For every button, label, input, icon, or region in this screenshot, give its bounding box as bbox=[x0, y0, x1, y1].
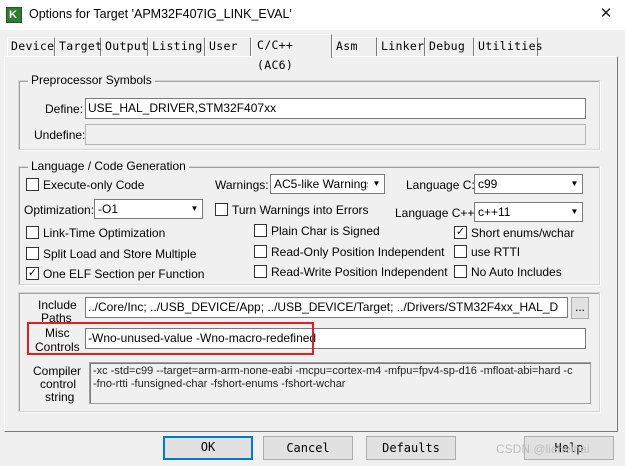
chevron-down-icon: ▼ bbox=[566, 175, 582, 193]
preprocessor-group-title: Preprocessor Symbols bbox=[28, 73, 155, 87]
no-auto-includes-checkbox[interactable] bbox=[454, 265, 467, 278]
tab-asm[interactable]: Asm bbox=[332, 37, 377, 56]
ro-pos-indep-label: Read-Only Position Independent bbox=[271, 245, 445, 259]
compiler-control-string: -xc -std=c99 --target=arm-arm-none-eabi … bbox=[89, 362, 591, 404]
warnings-value: AC5-like Warnings bbox=[274, 177, 373, 191]
turn-warnings-errors-label: Turn Warnings into Errors bbox=[232, 203, 369, 217]
optimization-select[interactable]: -O1 ▼ bbox=[94, 199, 203, 219]
compiler-control-label-line1: Compiler bbox=[33, 364, 82, 378]
language-cpp-label: Language C++: bbox=[395, 206, 478, 220]
compiler-control-label-line3: string bbox=[45, 390, 75, 404]
optimization-label: Optimization: bbox=[24, 203, 95, 217]
app-icon: K bbox=[6, 7, 22, 23]
language-cpp-select[interactable]: c++11 ▼ bbox=[474, 202, 583, 222]
chevron-down-icon: ▼ bbox=[186, 200, 202, 218]
language-c-select[interactable]: c99 ▼ bbox=[474, 174, 583, 194]
optimization-value: -O1 bbox=[98, 202, 119, 216]
tab-listing[interactable]: Listing bbox=[148, 37, 205, 56]
define-input[interactable]: USE_HAL_DRIVER,STM32F407xx bbox=[85, 98, 586, 119]
execute-only-checkbox[interactable] bbox=[26, 178, 39, 191]
warnings-label: Warnings: bbox=[215, 178, 269, 192]
use-rtti-label: use RTTI bbox=[471, 245, 521, 259]
short-enums-label: Short enums/wchar bbox=[471, 226, 575, 240]
plain-char-signed-label: Plain Char is Signed bbox=[271, 224, 380, 238]
warnings-select[interactable]: AC5-like Warnings ▼ bbox=[270, 174, 385, 194]
tab-debug[interactable]: Debug bbox=[425, 37, 474, 56]
cancel-button[interactable]: Cancel bbox=[263, 436, 353, 460]
compiler-control-line1: -xc -std=c99 --target=arm-arm-none-eabi … bbox=[93, 365, 573, 377]
ro-pos-indep-checkbox[interactable] bbox=[254, 245, 267, 258]
link-time-opt-checkbox[interactable] bbox=[26, 226, 39, 239]
chevron-down-icon: ▼ bbox=[566, 203, 582, 221]
highlight-box bbox=[27, 322, 314, 355]
window-title: Options for Target 'APM32F407IG_LINK_EVA… bbox=[29, 7, 292, 21]
one-elf-section-checkbox[interactable]: ✓ bbox=[26, 267, 39, 280]
split-load-store-checkbox[interactable] bbox=[26, 247, 39, 260]
compiler-control-line2: -fno-rtti -funsigned-char -fshort-enums … bbox=[93, 378, 346, 390]
no-auto-includes-label: No Auto Includes bbox=[471, 265, 562, 279]
compiler-control-label-line2: control bbox=[40, 377, 77, 391]
rw-pos-indep-checkbox[interactable] bbox=[254, 265, 267, 278]
include-paths-browse-button[interactable]: ... bbox=[571, 297, 589, 319]
ok-button[interactable]: OK bbox=[163, 436, 253, 460]
rw-pos-indep-label: Read-Write Position Independent bbox=[271, 265, 448, 279]
undefine-label: Undefine: bbox=[34, 128, 86, 142]
tab-linker[interactable]: Linker bbox=[377, 37, 425, 56]
link-time-opt-label: Link-Time Optimization bbox=[43, 226, 166, 240]
tab-target[interactable]: Target bbox=[55, 37, 102, 56]
watermark: CSDN @liebeihai bbox=[496, 442, 590, 456]
short-enums-checkbox[interactable]: ✓ bbox=[454, 226, 467, 239]
language-c-label: Language C: bbox=[406, 178, 475, 192]
execute-only-label: Execute-only Code bbox=[43, 178, 145, 192]
defaults-button[interactable]: Defaults bbox=[366, 436, 456, 460]
chevron-down-icon: ▼ bbox=[368, 175, 384, 193]
tab-output[interactable]: Output bbox=[101, 37, 148, 56]
tab-utilities[interactable]: Utilities bbox=[474, 37, 543, 56]
use-rtti-checkbox[interactable] bbox=[454, 245, 467, 258]
tab-c-cpp-ac6[interactable]: C/C++ (AC6) bbox=[251, 34, 332, 72]
language-group-title: Language / Code Generation bbox=[28, 159, 189, 173]
turn-warnings-errors-checkbox[interactable] bbox=[215, 203, 228, 216]
tab-device[interactable]: Device bbox=[7, 37, 55, 56]
plain-char-signed-checkbox[interactable] bbox=[254, 224, 267, 237]
one-elf-section-label: One ELF Section per Function bbox=[43, 267, 205, 281]
language-cpp-value: c++11 bbox=[478, 205, 511, 219]
include-paths-label-line1: Include bbox=[38, 298, 77, 312]
close-icon[interactable]: ✕ bbox=[595, 4, 617, 24]
split-load-store-label: Split Load and Store Multiple bbox=[43, 247, 197, 261]
tab-user[interactable]: User bbox=[205, 37, 251, 56]
language-c-value: c99 bbox=[478, 177, 498, 191]
undefine-input[interactable] bbox=[85, 124, 586, 145]
include-paths-input[interactable]: ../Core/Inc; ../USB_DEVICE/App; ../USB_D… bbox=[85, 297, 568, 318]
define-label: Define: bbox=[45, 102, 84, 116]
